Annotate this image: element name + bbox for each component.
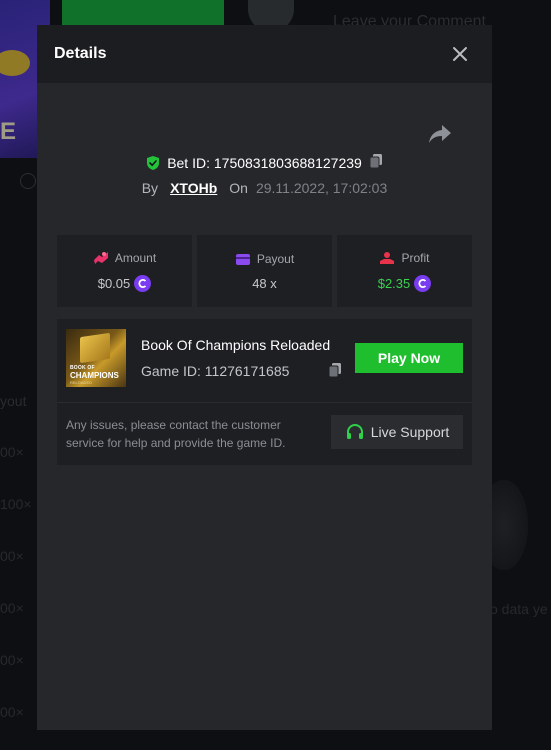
divider [57, 402, 472, 403]
copy-bet-id-button[interactable] [368, 153, 384, 172]
stat-amount-label: Amount [114, 250, 157, 265]
currency-coin-icon [414, 274, 432, 292]
copy-game-id-button[interactable] [327, 362, 343, 383]
shield-check-icon [147, 155, 160, 170]
stat-profit-label: Profit [401, 250, 430, 265]
close-button[interactable] [450, 44, 470, 64]
game-card: BOOK OF CHAMPIONS RELOADED Book Of Champ… [57, 319, 472, 465]
game-id: Game ID: 11276171685 [141, 363, 290, 379]
game-thumbnail[interactable]: BOOK OF CHAMPIONS RELOADED [66, 329, 126, 387]
copy-icon [369, 154, 382, 169]
stat-amount-value: $0.05 [97, 275, 131, 291]
wallet-icon [235, 253, 250, 265]
bet-stats: Amount $0.05 Payout 48 x Profit $2.35 [57, 235, 472, 307]
close-icon [453, 47, 467, 61]
modal-header: Details [37, 25, 492, 83]
stat-payout-label: Payout [256, 251, 295, 266]
bet-id: Bet ID: 1750831803688127239 [167, 154, 362, 171]
headset-icon [346, 424, 363, 439]
stat-amount: Amount $0.05 [57, 235, 192, 307]
bet-datetime: 29.11.2022, 17:02:03 [255, 180, 388, 196]
game-name: Book Of Champions Reloaded [141, 337, 331, 353]
share-button[interactable] [427, 123, 453, 145]
stat-payout: Payout 48 x [197, 235, 332, 307]
bet-details-modal: Details Bet ID: 1750831803688127239 By X… [37, 25, 492, 730]
profit-icon [380, 251, 395, 264]
play-now-button[interactable]: Play Now [355, 343, 463, 373]
live-support-button[interactable]: Live Support [331, 415, 463, 449]
stat-profit: Profit $2.35 [337, 235, 472, 307]
stat-payout-value: 48 x [252, 275, 277, 291]
copy-icon [328, 363, 341, 378]
share-icon [429, 125, 451, 143]
currency-coin-icon [134, 274, 152, 292]
stat-profit-value: $2.35 [377, 275, 411, 291]
username-link[interactable]: XTOHb [170, 180, 217, 196]
book-graphic [80, 332, 110, 364]
by-label: By [141, 180, 159, 196]
support-notice: Any issues, please contact the customer … [66, 418, 286, 450]
modal-title: Details [54, 45, 107, 62]
bet-id-row: Bet ID: 1750831803688127239 [37, 153, 492, 172]
live-support-label: Live Support [370, 424, 450, 440]
on-label: On [229, 180, 248, 196]
amount-icon [93, 251, 108, 264]
bet-meta-row: By XTOHb On 29.11.2022, 17:02:03 [37, 180, 492, 196]
